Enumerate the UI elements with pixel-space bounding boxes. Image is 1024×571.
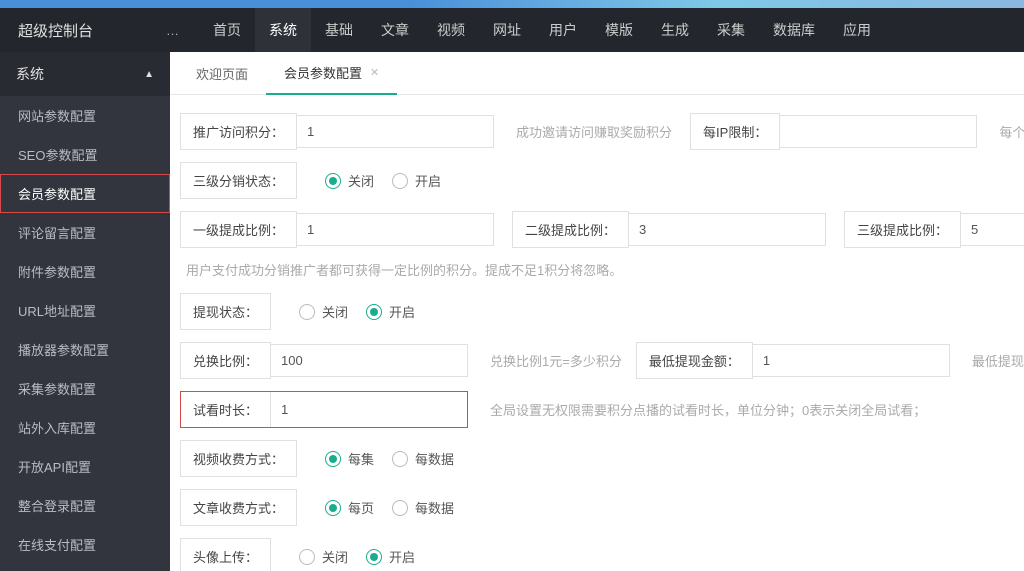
radio-label: 关闭 bbox=[348, 171, 374, 190]
sidebar-item-wechat-config[interactable]: 微信对接配置 bbox=[0, 564, 170, 571]
brand-title: 超级控制台 bbox=[18, 20, 166, 41]
sidebar-item-external-config[interactable]: 站外入库配置 bbox=[0, 408, 170, 447]
sidebar-item-member-config[interactable]: 会员参数配置 bbox=[0, 174, 170, 213]
article-per-page-radio[interactable]: 每页 bbox=[325, 498, 374, 517]
sidebar-item-comment-config[interactable]: 评论留言配置 bbox=[0, 213, 170, 252]
form-area: 推广访问积分： 成功邀请访问赚取奖励积分 每IP限制： 每个IP每日限制可以获取… bbox=[170, 95, 1024, 571]
radio-label: 关闭 bbox=[322, 302, 348, 321]
exchange-help: 兑换比例1元=多少积分 bbox=[490, 351, 622, 370]
exchange-label: 兑换比例： bbox=[180, 342, 271, 379]
exchange-input[interactable] bbox=[271, 344, 468, 377]
nav-system[interactable]: 系统 bbox=[255, 8, 311, 52]
sidebar-item-player-config[interactable]: 播放器参数配置 bbox=[0, 330, 170, 369]
radio-label: 每数据 bbox=[415, 498, 454, 517]
nav-user[interactable]: 用户 bbox=[535, 8, 591, 52]
nav-generate[interactable]: 生成 bbox=[647, 8, 703, 52]
promotion-points-label: 推广访问积分： bbox=[180, 113, 297, 150]
commission-desc: 用户支付成功分销推广者都可获得一定比例的积分。提成不足1积分将忽略。 bbox=[186, 260, 1014, 279]
per-ip-limit-input[interactable] bbox=[780, 115, 977, 148]
sidebar-item-collect-config[interactable]: 采集参数配置 bbox=[0, 369, 170, 408]
video-per-data-radio[interactable]: 每数据 bbox=[392, 449, 454, 468]
distribution-closed-radio[interactable]: 关闭 bbox=[325, 171, 374, 190]
tabs: 欢迎页面 会员参数配置 ✕ bbox=[170, 52, 1024, 95]
avatar-closed-radio[interactable]: 关闭 bbox=[299, 547, 348, 566]
preview-help: 全局设置无权限需要积分点播的试看时长，单位分钟；0表示关闭全局试看； bbox=[490, 400, 926, 419]
radio-icon bbox=[325, 173, 341, 189]
avatar-open-radio[interactable]: 开启 bbox=[366, 547, 415, 566]
min-withdraw-input[interactable] bbox=[753, 344, 950, 377]
avatar-upload-label: 头像上传： bbox=[180, 538, 271, 571]
nav-database[interactable]: 数据库 bbox=[759, 8, 829, 52]
radio-label: 开启 bbox=[389, 547, 415, 566]
radio-icon bbox=[366, 304, 382, 320]
article-per-data-radio[interactable]: 每数据 bbox=[392, 498, 454, 517]
distribution-open-radio[interactable]: 开启 bbox=[392, 171, 441, 190]
header: 超级控制台 … 首页 系统 基础 文章 视频 网址 用户 模版 生成 采集 数据… bbox=[0, 8, 1024, 52]
sidebar-header[interactable]: 系统 ▲ bbox=[0, 52, 170, 96]
top-nav: 首页 系统 基础 文章 视频 网址 用户 模版 生成 采集 数据库 应用 bbox=[199, 8, 885, 52]
sidebar-item-url-config[interactable]: URL地址配置 bbox=[0, 291, 170, 330]
radio-icon bbox=[392, 500, 408, 516]
sidebar-title: 系统 bbox=[16, 64, 44, 84]
article-fee-label: 文章收费方式： bbox=[180, 489, 297, 526]
level3-input[interactable] bbox=[961, 213, 1024, 246]
nav-url[interactable]: 网址 bbox=[479, 8, 535, 52]
radio-label: 每数据 bbox=[415, 449, 454, 468]
radio-label: 开启 bbox=[415, 171, 441, 190]
radio-icon bbox=[299, 304, 315, 320]
tab-welcome[interactable]: 欢迎页面 bbox=[178, 52, 266, 94]
withdraw-status-label: 提现状态： bbox=[180, 293, 271, 330]
radio-icon bbox=[299, 549, 315, 565]
radio-label: 关闭 bbox=[322, 547, 348, 566]
withdraw-closed-radio[interactable]: 关闭 bbox=[299, 302, 348, 321]
nav-app[interactable]: 应用 bbox=[829, 8, 885, 52]
tab-member-config[interactable]: 会员参数配置 ✕ bbox=[266, 52, 397, 95]
per-ip-limit-label: 每IP限制： bbox=[690, 113, 780, 150]
nav-basic[interactable]: 基础 bbox=[311, 8, 367, 52]
sidebar-item-seo-config[interactable]: SEO参数配置 bbox=[0, 135, 170, 174]
caret-up-icon: ▲ bbox=[144, 69, 154, 80]
tab-label: 欢迎页面 bbox=[196, 64, 248, 83]
radio-label: 每页 bbox=[348, 498, 374, 517]
level2-label: 二级提成比例： bbox=[512, 211, 629, 248]
promotion-points-input[interactable] bbox=[297, 115, 494, 148]
level2-input[interactable] bbox=[629, 213, 826, 246]
nav-article[interactable]: 文章 bbox=[367, 8, 423, 52]
sidebar-item-api-config[interactable]: 开放API配置 bbox=[0, 447, 170, 486]
video-per-episode-radio[interactable]: 每集 bbox=[325, 449, 374, 468]
min-withdraw-label: 最低提现金额： bbox=[636, 342, 753, 379]
radio-icon bbox=[392, 173, 408, 189]
level3-label: 三级提成比例： bbox=[844, 211, 961, 248]
tab-label: 会员参数配置 bbox=[284, 63, 362, 82]
sidebar: 系统 ▲ 网站参数配置 SEO参数配置 会员参数配置 评论留言配置 附件参数配置… bbox=[0, 52, 170, 571]
nav-home[interactable]: 首页 bbox=[199, 8, 255, 52]
sidebar-item-payment-config[interactable]: 在线支付配置 bbox=[0, 525, 170, 564]
radio-label: 每集 bbox=[348, 449, 374, 468]
withdraw-open-radio[interactable]: 开启 bbox=[366, 302, 415, 321]
radio-label: 开启 bbox=[389, 302, 415, 321]
preview-input[interactable] bbox=[271, 394, 467, 425]
content: 欢迎页面 会员参数配置 ✕ 推广访问积分： 成功邀请访问赚取奖励积分 每IP限制… bbox=[170, 52, 1024, 571]
radio-icon bbox=[392, 451, 408, 467]
sidebar-item-login-config[interactable]: 整合登录配置 bbox=[0, 486, 170, 525]
min-withdraw-help: 最低提现多少金额。 bbox=[972, 351, 1024, 370]
radio-icon bbox=[366, 549, 382, 565]
radio-icon bbox=[325, 451, 341, 467]
close-icon[interactable]: ✕ bbox=[370, 66, 379, 79]
per-ip-limit-help: 每个IP每日限制可以获取几次推广访 bbox=[999, 122, 1024, 141]
nav-video[interactable]: 视频 bbox=[423, 8, 479, 52]
radio-icon bbox=[325, 500, 341, 516]
sidebar-item-attachment-config[interactable]: 附件参数配置 bbox=[0, 252, 170, 291]
nav-template[interactable]: 模版 bbox=[591, 8, 647, 52]
video-fee-label: 视频收费方式： bbox=[180, 440, 297, 477]
distribution-status-label: 三级分销状态： bbox=[180, 162, 297, 199]
nav-collect[interactable]: 采集 bbox=[703, 8, 759, 52]
level1-label: 一级提成比例： bbox=[180, 211, 297, 248]
level1-input[interactable] bbox=[297, 213, 494, 246]
sidebar-item-website-config[interactable]: 网站参数配置 bbox=[0, 96, 170, 135]
preview-label: 试看时长： bbox=[181, 392, 271, 427]
promotion-help: 成功邀请访问赚取奖励积分 bbox=[516, 122, 672, 141]
more-menu[interactable]: … bbox=[166, 23, 179, 38]
